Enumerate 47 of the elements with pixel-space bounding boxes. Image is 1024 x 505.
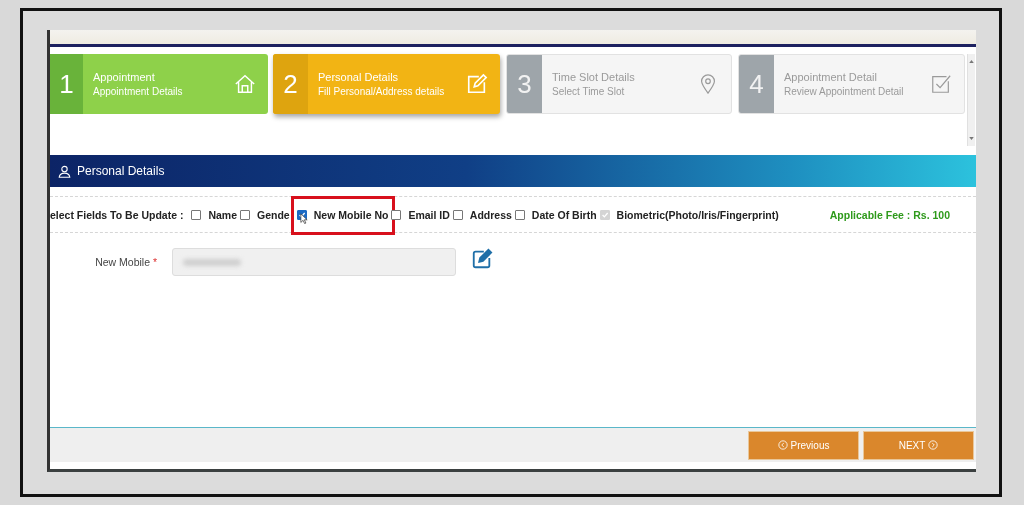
circle-left-icon [777, 440, 788, 450]
step-subtitle: Review Appointment Detail [784, 86, 905, 97]
fee-text: Applicable Fee : Rs. 100 [829, 208, 950, 221]
step-title: Personal Details [318, 71, 400, 83]
checkbox[interactable] [452, 209, 463, 220]
step-number: 2 [273, 54, 308, 114]
step-number: 3 [507, 55, 542, 113]
step-number: 1 [50, 54, 83, 114]
checkbox-label: Gende [257, 208, 290, 221]
previous-button[interactable]: Previous [748, 430, 859, 460]
checkbox-icon [930, 73, 952, 95]
fields-label: elect Fields To Be Update : [50, 208, 184, 221]
circle-right-icon [928, 440, 939, 450]
step-title: Appointment [93, 71, 156, 83]
input-field[interactable] [172, 248, 456, 276]
step-card[interactable]: 2 Personal Details Fill Personal/Address details [273, 54, 500, 114]
checkbox-label: New Mobile No [313, 208, 389, 221]
field-label: New Mobile * [94, 256, 157, 268]
checkbox[interactable] [391, 209, 402, 220]
checkbox-label: Date Of Birth [531, 208, 597, 221]
scrollbar[interactable] [967, 54, 975, 146]
checkbox-label: Email ID [408, 208, 450, 221]
user-icon [58, 164, 71, 178]
checkbox-label: Biometric(Photo/Iris/Fingerprint) [616, 208, 779, 221]
cursor-icon [299, 212, 308, 224]
step-card[interactable]: 4 Appointment Detail Review Appointment Detail [738, 54, 965, 114]
step-card[interactable]: 3 Time Slot Details Select Time Slot [506, 54, 732, 114]
checkbox[interactable] [514, 209, 525, 220]
checkbox[interactable] [240, 209, 251, 220]
edit-icon [466, 73, 488, 95]
step-title: Appointment Detail [784, 71, 878, 83]
step-card[interactable]: 1 Appointment Appointment Details [50, 54, 268, 114]
redacted-value [183, 258, 241, 266]
checkbox-label: Address [469, 208, 512, 221]
step-subtitle: Appointment Details [93, 86, 184, 97]
step-title: Time Slot Details [552, 71, 636, 83]
section-title: Personal Details [77, 164, 165, 178]
home-icon [234, 73, 256, 95]
scroll-up-icon[interactable] [969, 60, 974, 63]
next-button[interactable]: NEXT [863, 430, 974, 460]
checkbox-label: Name [208, 208, 238, 221]
checkbox[interactable] [191, 209, 202, 220]
step-subtitle: Fill Personal/Address details [318, 86, 446, 97]
step-subtitle: Select Time Slot [552, 86, 626, 97]
step-number: 4 [739, 55, 774, 113]
edit-icon[interactable] [471, 248, 493, 270]
scroll-down-icon[interactable] [969, 137, 974, 140]
